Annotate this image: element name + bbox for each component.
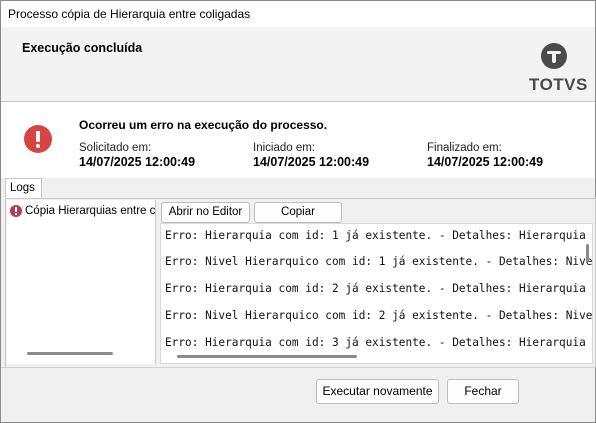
divider <box>1 367 595 368</box>
title-bar[interactable]: Processo cópia de Hierarquia entre colig… <box>1 1 595 27</box>
log-line: Erro: Hierarquia com id: 3 já existente.… <box>165 336 586 349</box>
logs-panel: Cópia Hierarquias entre coligadas Abrir … <box>5 198 596 368</box>
log-text-area[interactable]: Erro: Hierarquia com id: 1 já existente.… <box>160 223 593 364</box>
started-label: Iniciado em: <box>253 142 316 154</box>
dialog-header: Execução concluída TOTVS <box>1 27 595 101</box>
log-line: Erro: Nivel Hierarquico com id: 1 já exi… <box>165 255 593 268</box>
horizontal-scrollbar[interactable] <box>27 352 113 355</box>
tab-logs[interactable]: Logs <box>5 178 42 199</box>
horizontal-scrollbar[interactable] <box>177 355 357 358</box>
finished-time: Finalizado em: 14/07/2025 12:00:49 <box>427 142 543 169</box>
window-title: Processo cópia de Hierarquia entre colig… <box>8 7 251 21</box>
log-line: Erro: Hierarquia com id: 1 já existente.… <box>165 229 586 242</box>
started-value: 14/07/2025 12:00:49 <box>253 155 370 169</box>
list-item[interactable]: Cópia Hierarquias entre coligadas <box>7 204 155 220</box>
log-line: Erro: Hierarquia com id: 2 já existente.… <box>165 282 586 295</box>
totvs-logo-icon <box>541 43 567 69</box>
process-dialog: Processo cópia de Hierarquia entre colig… <box>0 0 596 423</box>
started-time: Iniciado em: 14/07/2025 12:00:49 <box>253 142 369 169</box>
vertical-scrollbar[interactable] <box>586 244 589 262</box>
error-icon <box>10 205 22 217</box>
close-button[interactable]: Fechar <box>447 379 519 404</box>
logo-text: TOTVS <box>529 75 588 94</box>
copy-button[interactable]: Copiar <box>254 202 342 223</box>
status-panel: Ocorreu um erro na execução do processo.… <box>1 102 595 178</box>
log-list[interactable]: Cópia Hierarquias entre coligadas <box>7 200 156 364</box>
finished-value: 14/07/2025 12:00:49 <box>427 155 544 169</box>
requested-value: 14/07/2025 12:00:49 <box>79 155 196 169</box>
finished-label: Finalizado em: <box>427 142 502 154</box>
log-line: Erro: Nivel Hierarquico com id: 2 já exi… <box>165 309 593 322</box>
totvs-logo: TOTVS <box>529 43 587 95</box>
error-message: Ocorreu um erro na execução do processo. <box>79 118 328 132</box>
open-editor-button[interactable]: Abrir no Editor <box>161 202 250 223</box>
requested-time: Solicitado em: 14/07/2025 12:00:49 <box>79 142 195 169</box>
list-item-label: Cópia Hierarquias entre coligadas <box>25 205 155 217</box>
tab-logs-label: Logs <box>10 182 35 194</box>
log-viewer: Abrir no Editor Copiar Erro: Hierarquia … <box>157 200 594 366</box>
execution-heading: Execução concluída <box>22 41 143 55</box>
requested-label: Solicitado em: <box>79 142 152 154</box>
error-icon <box>24 125 52 153</box>
run-again-button[interactable]: Executar novamente <box>316 379 439 404</box>
